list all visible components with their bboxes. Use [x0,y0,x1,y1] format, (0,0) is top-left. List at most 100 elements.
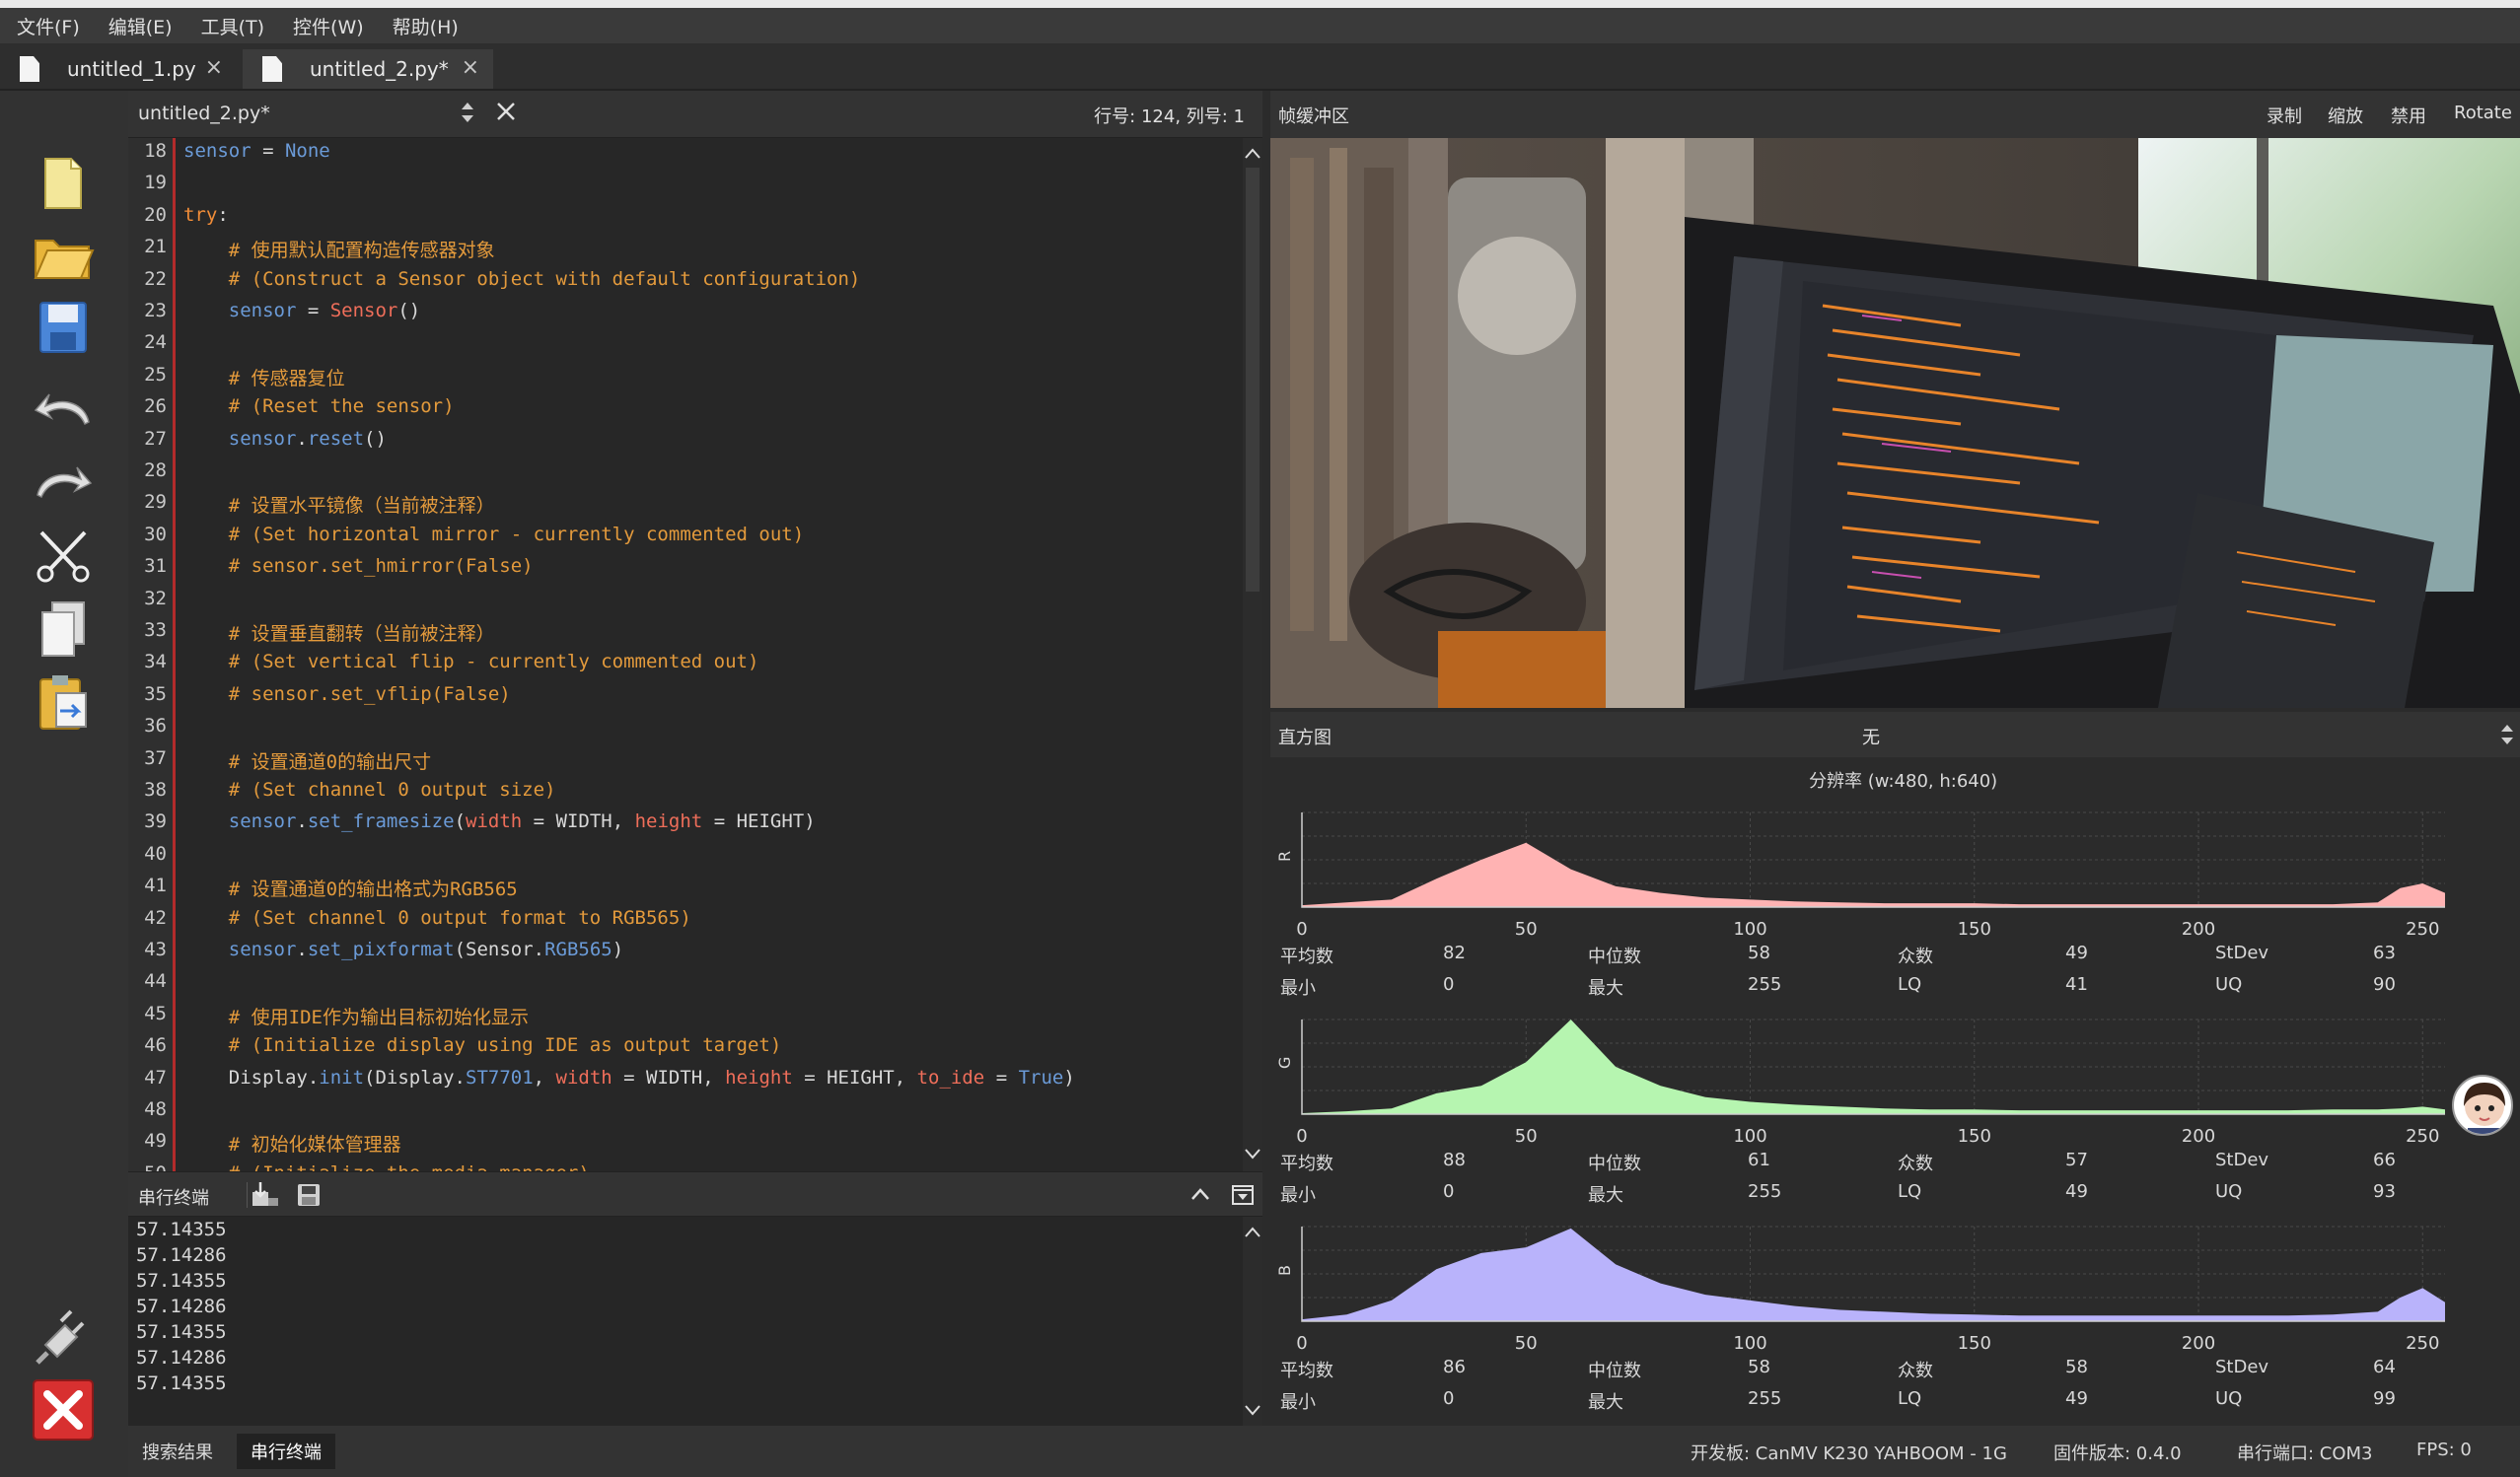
code-line[interactable]: # (Construct a Sensor object with defaul… [183,268,861,290]
stat-value-median: 58 [1748,1357,1770,1377]
code-line[interactable]: # (Set horizontal mirror - currently com… [183,524,804,545]
file-selector-arrows-icon[interactable] [460,99,475,131]
serial-terminal-output[interactable]: 57.14355 57.14286 57.14355 57.14286 57.14355… [128,1217,1243,1426]
serial-export-icon[interactable] [249,1180,280,1208]
stat-label-stdev: StDev [2215,1150,2269,1170]
code-line[interactable]: sensor.reset() [183,428,387,450]
menu-item-0[interactable]: 文件(F) [0,13,92,39]
code-line[interactable]: # 使用IDE作为输出目标初始化显示 [183,1003,529,1029]
code-line[interactable]: sensor.set_pixformat(Sensor.RGB565) [183,939,623,960]
stat-value-min: 0 [1443,1388,1455,1409]
code-line[interactable]: # sensor.set_hmirror(False) [183,555,534,577]
line-number: 42 [144,906,167,929]
code-line[interactable]: # 设置垂直翻转（当前被注释） [183,619,495,646]
serial-scrollbar[interactable] [1243,1217,1262,1426]
stat-value-uq: 99 [2373,1388,2396,1409]
stop-icon[interactable] [28,1374,99,1445]
code-line[interactable]: # (Initialize the media manager) [183,1162,590,1171]
code-line[interactable]: # (Initialize display using IDE as outpu… [183,1034,782,1056]
line-number: 22 [144,267,167,290]
collapse-up-icon[interactable] [1189,1186,1211,1202]
line-number: 49 [144,1130,167,1153]
status-board: 开发板: CanMV K230 YAHBOOM - 1G [1691,1443,2007,1464]
colorspace-arrows-icon[interactable] [2499,722,2515,747]
line-number: 36 [144,715,167,738]
stat-label-uq: UQ [2215,974,2243,995]
code-line[interactable]: Display.init(Display.ST7701, width = WID… [183,1067,1075,1089]
stat-value-max: 255 [1748,974,1782,995]
histogram-r: R 0 50 100 150 200 250 [1275,811,2445,940]
status-fps: FPS: 0 [2416,1440,2472,1460]
frame-buffer-title: 帧缓冲区 [1278,106,1349,127]
serial-save-icon[interactable] [296,1182,322,1208]
rotate-button[interactable]: Rotate [2454,103,2512,123]
code-line[interactable]: # 设置通道0的输出格式为RGB565 [183,875,518,901]
disable-button[interactable]: 禁用 [2391,103,2426,128]
scroll-down-icon[interactable] [1244,1404,1261,1418]
colorspace-select[interactable]: 无 [1862,724,1880,749]
code-line[interactable]: sensor.set_framesize(width = WIDTH, heig… [183,810,816,832]
line-number: 38 [144,779,167,801]
stat-value-lq: 49 [2065,1388,2088,1409]
line-number: 30 [144,523,167,545]
code-line[interactable]: # 设置水平镜像（当前被注释） [183,491,495,518]
tab-search-results[interactable]: 搜索结果 [128,1434,227,1469]
save-icon[interactable] [28,292,99,363]
dock-panel-icon[interactable] [1231,1184,1255,1206]
code-line[interactable]: # 初始化媒体管理器 [183,1130,401,1157]
close-file-icon[interactable] [495,101,517,127]
menu-item-3[interactable]: 控件(W) [276,13,376,39]
code-editor[interactable]: 18 19 20 21 22 23 24 25 26 27 28 29 30 31 32 33 34 35 36 37… [128,138,1243,1171]
line-number: 29 [144,491,167,514]
code-line[interactable]: sensor = Sensor() [183,300,421,321]
code-line[interactable]: # 传感器复位 [183,364,345,390]
copy-icon[interactable] [28,594,99,665]
left-toolbar [0,91,128,1477]
file-selector[interactable]: untitled_2.py* [138,103,270,124]
code-line[interactable]: # sensor.set_vflip(False) [183,683,511,705]
paste-icon[interactable] [28,667,99,738]
code-line[interactable]: # (Set channel 0 output size) [183,779,556,801]
editor-scroll-thumb[interactable] [1246,168,1260,592]
code-line[interactable]: sensor = None [183,140,330,162]
menu-item-2[interactable]: 工具(T) [184,13,276,39]
stat-label-mean: 平均数 [1280,947,1333,967]
menu-item-1[interactable]: 编辑(E) [92,13,184,39]
line-number: 47 [144,1066,167,1089]
scroll-up-icon[interactable] [1244,1225,1261,1238]
menu-item-4[interactable]: 帮助(H) [376,13,470,39]
code-line[interactable]: # 使用默认配置构造传感器对象 [183,236,495,262]
scroll-down-icon[interactable] [1244,1148,1261,1161]
close-tab-icon[interactable]: × [205,55,223,80]
undo-icon[interactable] [28,373,99,444]
code-line[interactable]: # (Set vertical flip - currently comment… [183,651,759,672]
code-line[interactable]: try: [183,204,229,226]
stat-label-mode: 众数 [1898,1154,1933,1174]
stat-label-stdev: StDev [2215,943,2269,963]
close-tab-icon[interactable]: × [462,55,479,80]
serial-terminal-title: 串行终端 [138,1188,209,1209]
stat-value-stdev: 63 [2373,943,2396,963]
tab-untitled-1[interactable]: untitled_1.py × [0,49,237,89]
new-file-icon[interactable] [28,148,99,219]
code-line[interactable]: # 设置通道0的输出尺寸 [183,747,431,774]
stat-value-stdev: 64 [2373,1357,2396,1377]
scroll-up-icon[interactable] [1244,146,1261,160]
line-number: 40 [144,842,167,865]
record-button[interactable]: 录制 [2267,103,2302,128]
stat-value-mean: 82 [1443,943,1466,963]
avatar[interactable] [2452,1075,2513,1136]
redo-icon[interactable] [28,446,99,517]
open-folder-icon[interactable] [28,221,99,292]
line-number: 35 [144,682,167,705]
code-line[interactable]: # (Reset the sensor) [183,395,455,417]
tab-untitled-2[interactable]: untitled_2.py* × [243,49,493,89]
editor-scrollbar[interactable] [1243,138,1262,1171]
code-line[interactable]: # (Set channel 0 output format to RGB565… [183,907,691,929]
tab-serial-terminal[interactable]: 串行终端 [237,1434,335,1469]
histogram-title: 直方图 [1278,728,1332,748]
connect-icon[interactable] [28,1301,99,1372]
cut-icon[interactable] [28,521,99,592]
stat-label-min: 最小 [1280,978,1316,999]
zoom-button[interactable]: 缩放 [2328,103,2363,128]
